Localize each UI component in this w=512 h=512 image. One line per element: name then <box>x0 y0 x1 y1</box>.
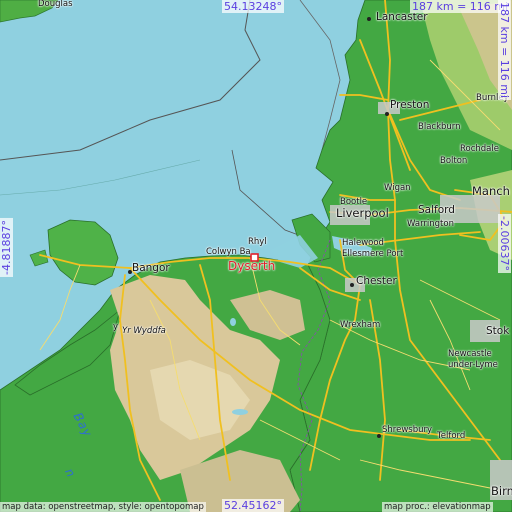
map-credit-left: map data: openstreetmap, style: opentopo… <box>0 502 206 512</box>
coord-east: -2.00637° <box>498 214 511 273</box>
place-yr-wyddfa[interactable]: Yr Wyddfa <box>122 327 166 336</box>
place-salford[interactable]: Salford <box>418 205 455 216</box>
place-bolton[interactable]: Bolton <box>440 157 467 166</box>
preston-dot <box>385 112 389 116</box>
place-y-marker: y <box>113 322 119 332</box>
place-dyserth[interactable]: Dyserth <box>228 260 275 272</box>
place-rhyl[interactable]: Rhyl <box>248 238 267 247</box>
place-telford[interactable]: Telford <box>437 432 465 441</box>
lake-brenig <box>230 318 236 326</box>
map-canvas[interactable] <box>0 0 512 512</box>
coord-west: -4.81887° <box>0 218 13 277</box>
place-stoke[interactable]: Stok <box>486 326 509 337</box>
lancaster-dot <box>367 17 371 21</box>
lake-bala <box>232 409 248 415</box>
place-halewood[interactable]: Halewood <box>342 239 384 248</box>
place-colwyn-bay[interactable]: Colwyn Ba <box>206 248 251 257</box>
place-warrington[interactable]: Warrington <box>407 220 454 229</box>
scale-top: 187 km = 116 mi <box>410 0 511 13</box>
place-wrexham[interactable]: Wrexham <box>340 321 380 330</box>
place-ellesmere-port[interactable]: Ellesmere Port <box>342 250 403 259</box>
place-manchester[interactable]: Manch <box>472 185 510 197</box>
place-preston[interactable]: Preston <box>390 100 429 111</box>
place-newcastle-line2: under-Lyme <box>448 360 498 370</box>
place-blackburn[interactable]: Blackburn <box>418 123 461 132</box>
coord-north: 54.13248° <box>222 0 284 13</box>
scale-right: 187 km = 116 mi <box>498 0 511 101</box>
place-birmingham[interactable]: Birm <box>491 485 512 497</box>
place-rochdale[interactable]: Rochdale <box>460 145 499 154</box>
chester-dot <box>350 283 354 287</box>
place-chester[interactable]: Chester <box>356 276 397 287</box>
place-shrewsbury[interactable]: Shrewsbury <box>382 426 432 435</box>
place-bangor[interactable]: Bangor <box>132 263 170 274</box>
coord-south: 52.45162° <box>222 499 284 512</box>
place-lancaster[interactable]: Lancaster <box>376 12 428 23</box>
place-newcastle-line1[interactable]: Newcastle <box>448 350 492 359</box>
place-douglas[interactable]: Douglas <box>38 0 73 9</box>
place-liverpool[interactable]: Liverpool <box>336 207 389 219</box>
topographic-map[interactable]: Douglas Lancaster Preston Blackburn Burn… <box>0 0 512 512</box>
map-credit-right: map proc.: elevationmap <box>382 502 493 512</box>
shrewsbury-dot <box>377 434 381 438</box>
place-wigan[interactable]: Wigan <box>384 184 411 193</box>
